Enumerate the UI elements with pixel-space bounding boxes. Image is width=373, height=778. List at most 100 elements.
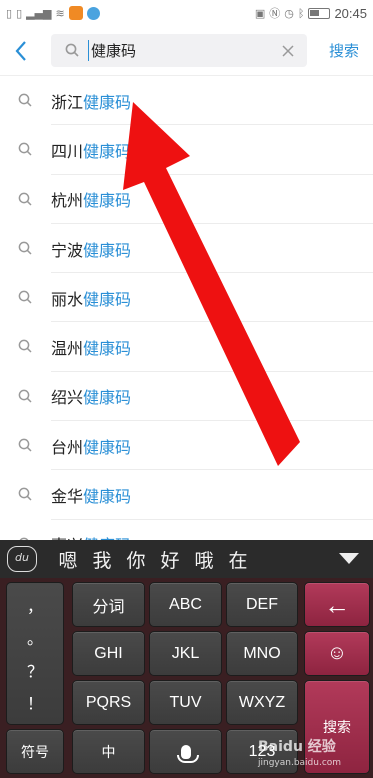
suggestion-prefix: 温州 (51, 339, 84, 359)
search-submit-button[interactable]: 搜索 (329, 40, 359, 61)
suggestion-text: 宁波健康码 (51, 237, 131, 261)
search-icon (18, 290, 32, 304)
vibrate-icon: ▣ (254, 6, 266, 20)
clear-x-icon (282, 45, 294, 57)
app-icon (68, 6, 83, 20)
candidate-word[interactable]: 我 (85, 546, 119, 573)
search-icon (65, 43, 79, 57)
microphone-icon (176, 744, 199, 763)
back-chevron-icon (15, 41, 26, 61)
key-pqrs[interactable]: PQRS (72, 680, 145, 725)
key-chinese-mode[interactable]: 中 (72, 729, 145, 774)
suggestion-prefix: 丽水 (51, 289, 84, 309)
app-icon (86, 6, 100, 20)
candidate-list: 嗯我你好哦在 (51, 546, 255, 573)
collapse-keyboard-icon[interactable] (339, 553, 359, 564)
battery-icon (308, 7, 331, 19)
search-icon (18, 241, 32, 255)
key-fenci[interactable]: 分词 (72, 582, 145, 627)
ime-candidate-bar: du 嗯我你好哦在 (0, 540, 373, 578)
emoji-key[interactable]: ☺ (304, 631, 370, 676)
suggestion-text: 台州健康码 (51, 434, 131, 458)
candidate-word[interactable]: 在 (221, 546, 255, 573)
alarm-icon: ◷ (284, 6, 294, 20)
suggestion-list: 浙江健康码 四川健康码 杭州健康码 宁波健康码 丽水健康码 温州健康码 绍兴健康码 台州健康码… (0, 76, 373, 570)
suggestion-item[interactable]: 四川健康码 (0, 125, 373, 175)
suggestion-item[interactable]: 台州健康码 (0, 421, 373, 471)
sim-icon: ▯ (6, 6, 13, 20)
suggestion-item[interactable]: 温州健康码 (0, 322, 373, 373)
punctuation-key[interactable]: 。 (27, 625, 43, 649)
search-box[interactable]: 健康码 (51, 34, 307, 67)
nfc-icon: Ⓝ (269, 7, 281, 20)
search-header: 健康码 搜索 (0, 26, 373, 76)
key-voice[interactable] (149, 729, 222, 774)
suggestion-prefix: 杭州 (51, 191, 84, 211)
suggestion-keyword: 健康码 (83, 141, 132, 161)
suggestion-item[interactable]: 绍兴健康码 (0, 372, 373, 422)
suggestion-text: 浙江健康码 (51, 89, 131, 113)
punctuation-key[interactable]: ！ (27, 690, 43, 714)
suggestion-text: 杭州健康码 (51, 187, 131, 211)
key-jkl[interactable]: JKL (149, 631, 222, 676)
key-abc[interactable]: ABC (149, 582, 222, 627)
suggestion-keyword: 健康码 (83, 92, 132, 112)
key-def[interactable]: DEF (226, 582, 298, 627)
suggestion-keyword: 健康码 (83, 437, 132, 457)
key-symbols[interactable]: 符号 (6, 729, 64, 774)
search-icon (18, 488, 32, 501)
bluetooth-icon: ᛒ (297, 6, 305, 20)
backspace-icon: ← (324, 589, 350, 620)
watermark-brand: Baidu 经验 (258, 739, 336, 755)
candidate-word[interactable]: 哦 (187, 546, 221, 573)
ime-logo[interactable]: du (7, 546, 37, 572)
search-icon (18, 438, 32, 452)
search-icon (18, 389, 32, 403)
search-icon (18, 142, 32, 156)
suggestion-text: 绍兴健康码 (51, 384, 131, 408)
suggestion-item[interactable]: 丽水健康码 (0, 273, 373, 323)
suggestion-keyword: 健康码 (83, 289, 132, 309)
status-time: 20:45 (334, 5, 367, 21)
suggestion-item[interactable]: 浙江健康码 (0, 76, 373, 126)
clear-button[interactable] (281, 39, 295, 63)
status-right-icons: ▣ Ⓝ ◷ ᛒ 20:45 (255, 5, 367, 21)
punctuation-key[interactable]: ？ (27, 658, 43, 682)
suggestion-text: 金华健康码 (51, 483, 131, 507)
suggestion-item[interactable]: 金华健康码 (0, 470, 373, 520)
search-icon (18, 192, 32, 206)
search-icon (18, 340, 32, 354)
suggestion-keyword: 健康码 (83, 339, 132, 359)
punctuation-column[interactable]: ， 。 ？ ！ (6, 582, 64, 725)
suggestion-item[interactable]: 宁波健康码 (0, 224, 373, 274)
watermark: Baidu 经验 jingyan.baidu.com (258, 736, 368, 776)
suggestion-keyword: 健康码 (83, 388, 132, 408)
signal-icon: ▂▄▆ (26, 6, 52, 20)
sim-icon: ▯ (16, 6, 23, 20)
suggestion-item[interactable]: 杭州健康码 (0, 175, 373, 225)
key-tuv[interactable]: TUV (149, 680, 222, 725)
status-bar: ▯ ▯ ▂▄▆ ≋ ▣ Ⓝ ◷ ᛒ 20:45 (0, 0, 373, 26)
key-mno[interactable]: MNO (226, 631, 298, 676)
backspace-key[interactable]: ← (304, 582, 370, 627)
candidate-word[interactable]: 好 (153, 546, 187, 573)
suggestion-prefix: 浙江 (51, 92, 84, 112)
watermark-url: jingyan.baidu.com (258, 758, 342, 768)
wifi-icon: ≋ (55, 6, 65, 20)
search-input[interactable]: 健康码 (88, 40, 136, 61)
key-ghi[interactable]: GHI (72, 631, 145, 676)
punctuation-key[interactable]: ， (27, 593, 43, 617)
suggestion-prefix: 宁波 (51, 240, 84, 260)
candidate-word[interactable]: 嗯 (51, 546, 85, 573)
suggestion-prefix: 四川 (51, 141, 84, 161)
suggestion-prefix: 绍兴 (51, 388, 84, 408)
suggestion-text: 丽水健康码 (51, 286, 131, 310)
candidate-word[interactable]: 你 (119, 546, 153, 573)
suggestion-keyword: 健康码 (83, 191, 132, 211)
suggestion-prefix: 台州 (51, 437, 84, 457)
back-button[interactable] (14, 36, 36, 64)
suggestion-text: 温州健康码 (51, 335, 131, 359)
suggestion-keyword: 健康码 (83, 240, 132, 260)
emoji-icon: ☺ (326, 642, 348, 664)
key-wxyz[interactable]: WXYZ (226, 680, 298, 725)
